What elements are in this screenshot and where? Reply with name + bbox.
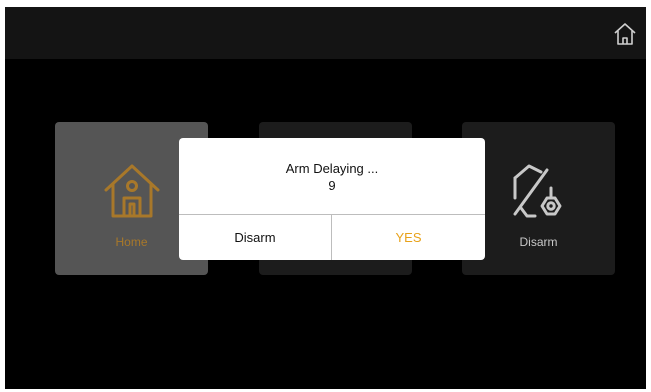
dialog-title: Arm Delaying ... [285,161,379,176]
dialog-countdown: 9 [328,178,336,193]
disarm-button[interactable]: Disarm [179,215,331,260]
arm-delay-dialog: Arm Delaying ... 9 Disarm YES [179,138,485,260]
alarm-panel-screen: Home Disarm Arm Delaying ... 9 Disarm YE… [5,7,646,389]
yes-button[interactable]: YES [332,215,485,260]
shield-disarm-icon [507,158,571,222]
home-outline-icon [612,21,638,47]
top-bar [5,7,646,59]
home-icon [100,158,164,222]
home-nav-button[interactable] [612,21,638,47]
